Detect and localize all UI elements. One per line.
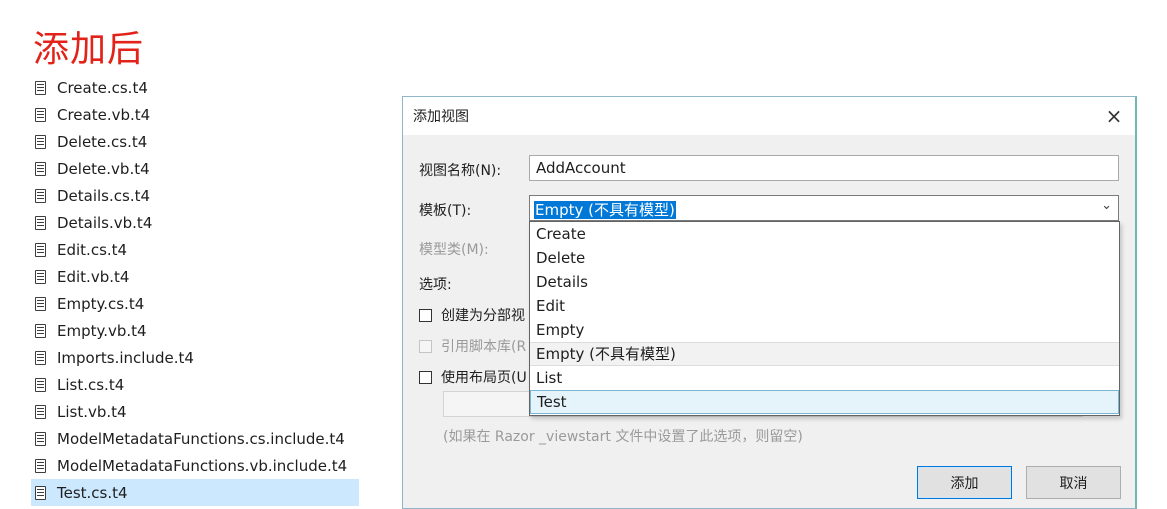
file-name: Empty.vb.t4 <box>57 321 147 340</box>
dropdown-option[interactable]: Details <box>530 270 1119 294</box>
layout-page-option[interactable]: 使用布局页(U <box>419 367 527 387</box>
file-icon <box>35 161 46 176</box>
file-icon <box>35 458 46 473</box>
dialog-titlebar: 添加视图 × <box>403 97 1135 135</box>
script-lib-label: 引用脚本库(R <box>441 339 527 355</box>
file-item[interactable]: Details.vb.t4 <box>31 209 359 236</box>
dialog-title: 添加视图 <box>413 109 469 125</box>
file-icon <box>35 107 46 122</box>
file-item[interactable]: Delete.cs.t4 <box>31 128 359 155</box>
file-item[interactable]: Create.cs.t4 <box>31 74 359 101</box>
file-icon <box>35 188 46 203</box>
dropdown-option-current[interactable]: Empty (不具有模型) <box>530 342 1119 366</box>
page-title: 添加后 <box>33 29 145 70</box>
file-icon <box>35 80 46 95</box>
file-item-selected[interactable]: Test.cs.t4 <box>31 479 359 506</box>
partial-view-checkbox[interactable] <box>419 308 432 322</box>
dropdown-option-hover[interactable]: Test <box>530 390 1119 414</box>
file-item[interactable]: Empty.cs.t4 <box>31 290 359 317</box>
file-icon <box>35 296 46 311</box>
file-icon <box>35 215 46 230</box>
file-icon <box>35 242 46 257</box>
file-icon <box>35 377 46 392</box>
file-item[interactable]: Delete.vb.t4 <box>31 155 359 182</box>
template-selected-value: Empty (不具有模型) <box>534 201 676 219</box>
file-name: List.cs.t4 <box>57 375 125 394</box>
template-label: 模板(T): <box>419 203 472 219</box>
file-name: Edit.vb.t4 <box>57 267 130 286</box>
file-icon <box>35 485 46 500</box>
file-name: Create.vb.t4 <box>57 105 151 124</box>
add-view-dialog: 添加视图 × 视图名称(N): AddAccount 模板(T): Empty … <box>402 96 1137 509</box>
file-item[interactable]: Imports.include.t4 <box>31 344 359 371</box>
layout-page-label: 使用布局页(U <box>441 370 527 386</box>
dropdown-option[interactable]: Edit <box>530 294 1119 318</box>
view-name-label: 视图名称(N): <box>419 163 502 179</box>
dropdown-option[interactable]: Empty <box>530 318 1119 342</box>
file-name: Test.cs.t4 <box>57 483 128 502</box>
file-item[interactable]: List.cs.t4 <box>31 371 359 398</box>
chevron-down-icon: ⌄ <box>1101 198 1112 213</box>
file-icon <box>35 404 46 419</box>
file-item[interactable]: ModelMetadataFunctions.cs.include.t4 <box>31 425 359 452</box>
file-name: ModelMetadataFunctions.cs.include.t4 <box>57 429 345 448</box>
options-label: 选项: <box>419 277 452 293</box>
file-item[interactable]: ModelMetadataFunctions.vb.include.t4 <box>31 452 359 479</box>
add-button[interactable]: 添加 <box>917 466 1012 499</box>
file-name: Delete.cs.t4 <box>57 132 148 151</box>
script-lib-checkbox <box>419 339 432 353</box>
file-item[interactable]: Edit.cs.t4 <box>31 236 359 263</box>
dropdown-option[interactable]: Delete <box>530 246 1119 270</box>
file-name: Delete.vb.t4 <box>57 159 150 178</box>
file-name: Edit.cs.t4 <box>57 240 128 259</box>
template-select[interactable]: Empty (不具有模型) ⌄ <box>529 195 1119 221</box>
file-name: Details.vb.t4 <box>57 213 153 232</box>
dropdown-option[interactable]: Create <box>530 222 1119 246</box>
model-class-label: 模型类(M): <box>419 242 489 258</box>
view-name-input[interactable]: AddAccount <box>529 155 1119 181</box>
file-name: List.vb.t4 <box>57 402 127 421</box>
file-icon <box>35 323 46 338</box>
file-icon <box>35 269 46 284</box>
file-icon <box>35 431 46 446</box>
file-name: Imports.include.t4 <box>57 348 194 367</box>
file-icon <box>35 350 46 365</box>
file-item[interactable]: Create.vb.t4 <box>31 101 359 128</box>
dropdown-option[interactable]: List <box>530 366 1119 390</box>
file-name: Empty.cs.t4 <box>57 294 145 313</box>
file-name: ModelMetadataFunctions.vb.include.t4 <box>57 456 348 475</box>
file-name: Create.cs.t4 <box>57 78 148 97</box>
cancel-button[interactable]: 取消 <box>1026 466 1121 499</box>
close-icon[interactable]: × <box>1101 103 1127 129</box>
layout-hint: (如果在 Razor _viewstart 文件中设置了此选项，则留空) <box>443 429 803 445</box>
layout-page-checkbox[interactable] <box>419 370 432 384</box>
file-icon <box>35 134 46 149</box>
file-item[interactable]: Empty.vb.t4 <box>31 317 359 344</box>
file-item[interactable]: Edit.vb.t4 <box>31 263 359 290</box>
script-lib-option: 引用脚本库(R <box>419 336 526 356</box>
file-name: Details.cs.t4 <box>57 186 151 205</box>
file-item[interactable]: List.vb.t4 <box>31 398 359 425</box>
partial-view-label: 创建为分部视 <box>441 308 525 324</box>
file-list: Create.cs.t4 Create.vb.t4 Delete.cs.t4 D… <box>31 74 359 506</box>
template-dropdown-list: Create Delete Details Edit Empty Empty (… <box>529 221 1120 416</box>
file-item[interactable]: Details.cs.t4 <box>31 182 359 209</box>
partial-view-option[interactable]: 创建为分部视 <box>419 305 525 325</box>
